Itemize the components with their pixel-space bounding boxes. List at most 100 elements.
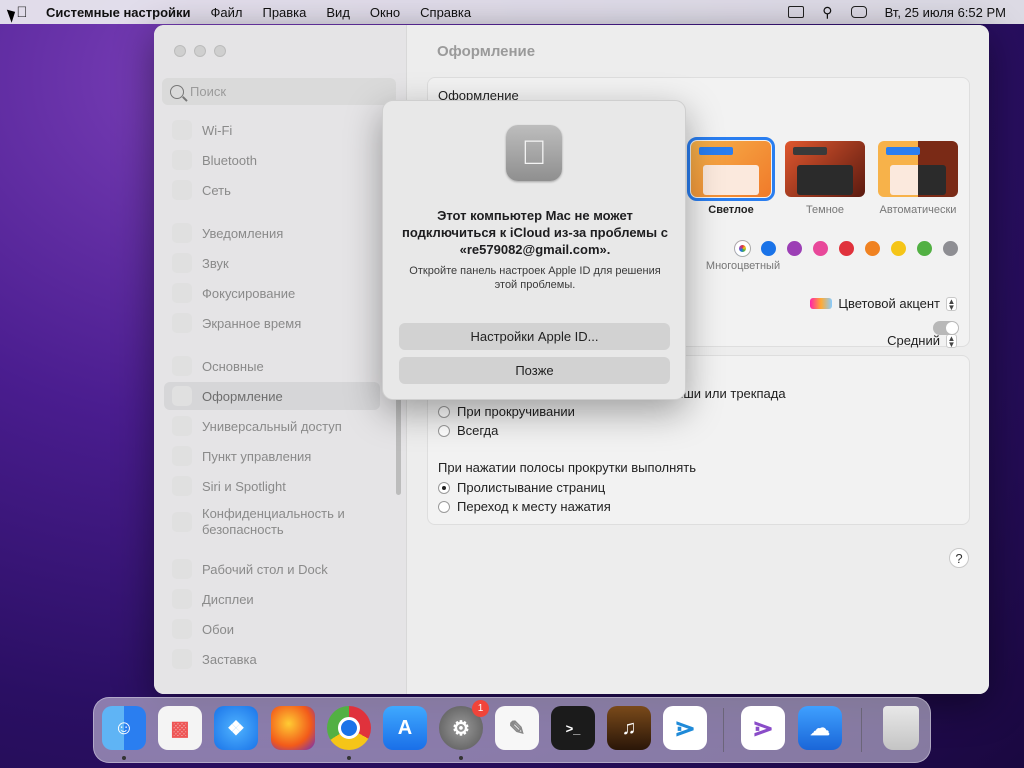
sidebar-scrollbar[interactable] — [396, 395, 401, 495]
vscode-icon[interactable]: ⋗ — [663, 706, 707, 750]
sidebar-item-screensaver[interactable]: Заставка — [164, 645, 380, 673]
sidebar-item-desktop-dock[interactable]: Рабочий стол и Dock — [164, 555, 380, 583]
close-button[interactable] — [174, 45, 186, 57]
accent-yellow[interactable] — [891, 241, 906, 256]
sidebar-item-focus[interactable]: Фокусирование — [164, 279, 380, 307]
focus-icon — [172, 283, 192, 303]
menu-clock[interactable]: Вт, 25 июля 6:52 PM — [885, 5, 1006, 20]
apple-id-settings-button[interactable]: Настройки Apple ID... — [399, 323, 670, 350]
bluetooth-icon — [172, 150, 192, 170]
sidebar-item-label: Сеть — [202, 182, 231, 198]
menu-app-name[interactable]: Системные настройки — [46, 5, 191, 20]
accent-green[interactable] — [917, 241, 932, 256]
running-indicator — [347, 756, 351, 760]
sidebar-item-screen-time[interactable]: Экранное время — [164, 309, 380, 337]
menu-file[interactable]: Файл — [211, 5, 243, 20]
launchpad-icon[interactable]: ▩ — [158, 706, 202, 750]
theme-auto-window — [890, 165, 946, 195]
click-option-label: Переход к месту нажатия — [457, 499, 611, 514]
weather-icon[interactable]: ☁ — [798, 706, 842, 750]
theme-auto[interactable] — [878, 141, 958, 197]
sidebar-item-general[interactable]: Основные — [164, 352, 380, 380]
sidebar-item-privacy[interactable]: Конфиденциальность и безопасность — [164, 502, 380, 542]
sidebar-item-siri-spotlight[interactable]: Siri и Spotlight — [164, 472, 380, 500]
dock: ☺ ▩ ❖ A ⚙ 1 ✎ >_ ♫ ⋗ ⋗ ☁ — [93, 697, 931, 763]
accent-pink[interactable] — [813, 241, 828, 256]
theme-dark[interactable] — [785, 141, 865, 197]
menu-edit[interactable]: Правка — [262, 5, 306, 20]
sidebar-item-displays[interactable]: Дисплеи — [164, 585, 380, 613]
highlight-value: Цветовой акцент — [838, 296, 940, 311]
sidebar-item-label: Пункт управления — [202, 448, 312, 464]
accent-blue[interactable] — [761, 241, 776, 256]
theme-light[interactable] — [687, 137, 775, 201]
click-radio-next-page[interactable] — [438, 482, 450, 494]
scroll-radio-always[interactable] — [438, 425, 450, 437]
screen-mirroring-icon[interactable] — [788, 6, 805, 18]
highlight-color-select[interactable]: Цветовой акцент ▲ ▼ — [810, 296, 957, 311]
sidebar-item-accessibility[interactable]: Универсальный доступ — [164, 412, 380, 440]
sidebar-item-notifications[interactable]: Уведомления — [164, 219, 380, 247]
later-button[interactable]: Позже — [399, 357, 670, 384]
page-title: Оформление — [437, 43, 536, 60]
appearance-icon — [172, 386, 192, 406]
general-icon — [172, 356, 192, 376]
sidebar-item-label: Обои — [202, 621, 235, 637]
minimize-button[interactable] — [194, 45, 206, 57]
scroll-show-label: ыши или трекпада — [674, 386, 786, 401]
sidebar-size-value: Средний — [887, 333, 940, 348]
sidebar-item-bluetooth[interactable]: Bluetooth — [164, 146, 380, 174]
control-center-icon — [172, 446, 192, 466]
siri-icon — [172, 476, 192, 496]
spotlight-icon[interactable]: ⚲ — [822, 4, 832, 21]
search-placeholder: Поиск — [190, 84, 227, 99]
sidebar-item-wallpaper[interactable]: Обои — [164, 615, 380, 643]
sidebar-item-wifi[interactable]: Wi-Fi — [164, 116, 380, 144]
dock-separator — [723, 708, 724, 752]
scroll-radio-when-scrolling[interactable] — [438, 406, 450, 418]
accent-orange[interactable] — [865, 241, 880, 256]
menu-help[interactable]: Справка — [420, 5, 471, 20]
menu-window[interactable]: Окно — [370, 5, 400, 20]
finder-icon[interactable]: ☺ — [102, 706, 146, 750]
sidebar-icon-size-select[interactable]: Средний ▲ ▼ — [887, 333, 957, 348]
wallpaper-icon — [172, 619, 192, 639]
terminal-icon[interactable]: >_ — [551, 706, 595, 750]
screensaver-icon — [172, 649, 192, 669]
wallpaper-tinting-toggle[interactable] — [933, 321, 959, 335]
trash-icon[interactable] — [883, 706, 919, 750]
accent-multicolor[interactable] — [735, 241, 750, 256]
safari-icon[interactable]: ❖ — [214, 706, 258, 750]
window-controls — [174, 45, 226, 57]
accent-purple[interactable] — [787, 241, 802, 256]
click-option-label: Пролистывание страниц — [457, 480, 606, 495]
chrome-icon[interactable] — [327, 706, 371, 750]
theme-auto-bar — [886, 147, 920, 155]
system-settings-icon[interactable]: ⚙ 1 — [439, 700, 489, 750]
sidebar-item-label: Оформление — [202, 388, 283, 404]
sidebar-item-label: Siri и Spotlight — [202, 478, 286, 494]
zoom-button[interactable] — [214, 45, 226, 57]
theme-light-label: Светлое — [708, 204, 754, 216]
theme-dark-label: Темное — [805, 204, 845, 216]
search-field[interactable]: Поиск — [162, 78, 396, 105]
sidebar-item-control-center[interactable]: Пункт управления — [164, 442, 380, 470]
theme-dark-bar — [793, 147, 827, 155]
click-scrollbar-label: При нажатии полосы прокрутки выполнять — [438, 460, 697, 475]
menu-view[interactable]: Вид — [326, 5, 350, 20]
visual-studio-icon[interactable]: ⋗ — [741, 706, 785, 750]
sidebar-item-appearance[interactable]: Оформление — [164, 382, 380, 410]
accent-graphite[interactable] — [943, 241, 958, 256]
sidebar-item-sound[interactable]: Звук — [164, 249, 380, 277]
garageband-icon[interactable]: ♫ — [607, 706, 651, 750]
accent-red[interactable] — [839, 241, 854, 256]
click-radio-jump[interactable] — [438, 501, 450, 513]
sidebar-item-network[interactable]: Сеть — [164, 176, 380, 204]
running-indicator — [459, 756, 463, 760]
firefox-icon[interactable] — [271, 706, 315, 750]
notification-badge: 1 — [472, 700, 489, 717]
control-center-icon[interactable] — [850, 6, 867, 18]
app-store-icon[interactable]: A — [383, 706, 427, 750]
help-button[interactable]: ? — [949, 548, 969, 568]
textedit-icon[interactable]: ✎ — [495, 706, 539, 750]
